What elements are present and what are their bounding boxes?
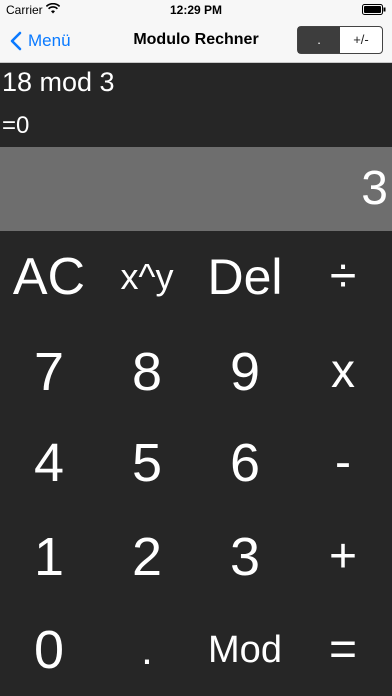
digit-2-button[interactable]: 2 — [98, 511, 196, 603]
clear-button[interactable]: AC — [0, 231, 98, 323]
segment-sign[interactable]: +/- — [340, 27, 382, 53]
digit-0-label: 0 — [33, 620, 65, 680]
equals-button[interactable]: = — [294, 604, 392, 696]
digit-1-button[interactable]: 1 — [0, 511, 98, 603]
battery-icon — [362, 4, 386, 15]
status-bar: Carrier 12:29 PM — [0, 0, 392, 20]
mod-button[interactable]: Mod — [196, 604, 294, 696]
plus-button[interactable]: + — [294, 511, 392, 603]
power-button[interactable]: x^y — [98, 231, 196, 323]
digit-6-label: 6 — [229, 433, 261, 493]
digit-2-label: 2 — [131, 527, 163, 587]
digit-5-button[interactable]: 5 — [98, 417, 196, 509]
minus-label: - — [335, 436, 351, 489]
digit-1-label: 1 — [33, 527, 65, 587]
digit-9-button[interactable]: 9 — [196, 326, 294, 418]
expression-text: 18 mod 3 — [2, 67, 115, 97]
digit-4-label: 4 — [33, 433, 65, 493]
clear-label: AC — [12, 248, 86, 306]
segmented-control: . +/- — [297, 26, 383, 54]
decimal-point-label: . — [141, 626, 153, 673]
digit-5-label: 5 — [131, 433, 163, 493]
multiply-label: x — [331, 345, 355, 398]
multiply-button[interactable]: x — [294, 326, 392, 418]
digit-3-label: 3 — [229, 527, 261, 587]
navigation-bar: Menü Modulo Rechner . +/- — [0, 20, 392, 63]
digit-0-button[interactable]: 0 — [0, 604, 98, 696]
delete-label: Del — [207, 249, 283, 305]
display-value: 3 — [361, 162, 388, 215]
digit-7-label: 7 — [33, 342, 65, 402]
digit-9-label: 9 — [229, 342, 261, 402]
digit-6-button[interactable]: 6 — [196, 417, 294, 509]
digit-7-button[interactable]: 7 — [0, 326, 98, 418]
delete-button[interactable]: Del — [196, 231, 294, 323]
digit-4-button[interactable]: 4 — [0, 417, 98, 509]
divide-label: ÷ — [329, 250, 357, 303]
divide-button[interactable]: ÷ — [294, 231, 392, 323]
digit-3-button[interactable]: 3 — [196, 511, 294, 603]
digit-8-label: 8 — [131, 342, 163, 402]
power-label: x^y — [120, 256, 174, 297]
segment-decimal[interactable]: . — [298, 27, 340, 53]
equals-label: = — [328, 623, 358, 676]
digit-8-button[interactable]: 8 — [98, 326, 196, 418]
result-text: =0 — [2, 112, 30, 139]
status-time: 12:29 PM — [169, 3, 223, 17]
plus-label: + — [328, 530, 358, 583]
input-display: 3 — [0, 147, 392, 231]
mod-label: Mod — [208, 629, 282, 671]
decimal-point-button[interactable]: . — [98, 604, 196, 696]
minus-button[interactable]: - — [294, 417, 392, 509]
